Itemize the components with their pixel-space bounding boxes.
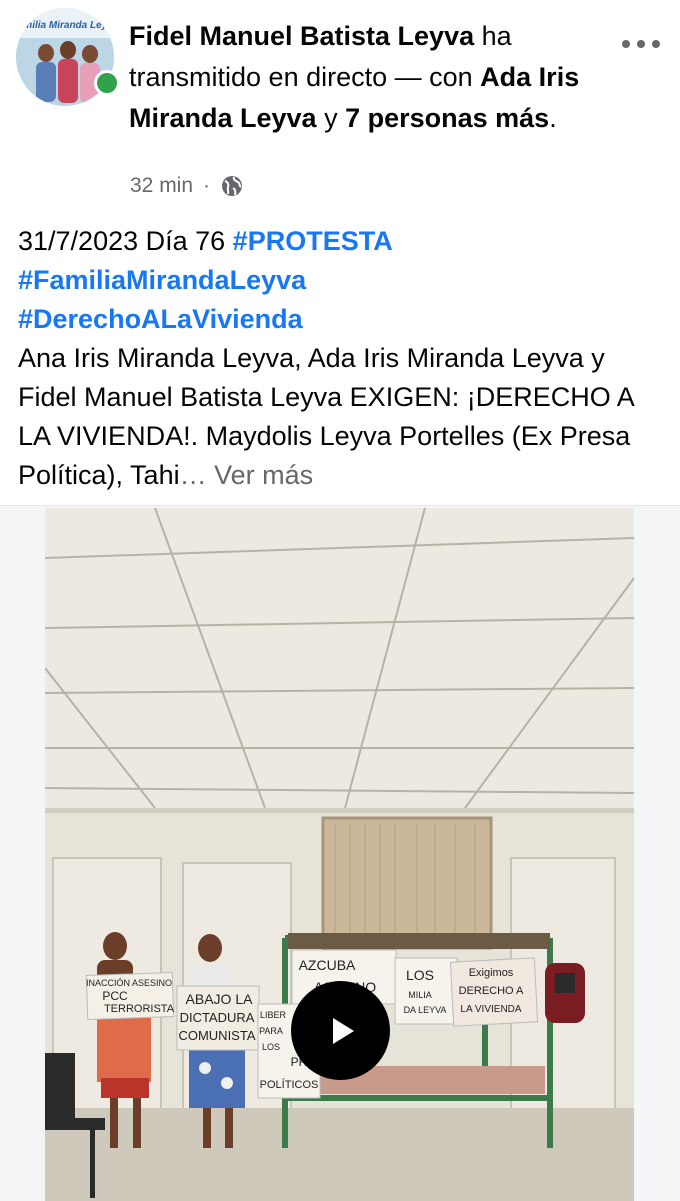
video-thumbnail[interactable]: INACCIÓN ASESINO PCC TERRORISTA ABAJO LA… <box>45 508 634 1201</box>
and-text: y <box>316 103 346 133</box>
period: . <box>549 103 557 133</box>
sign5-line3: DA LEYVA <box>404 1005 447 1015</box>
post-header: Fidel Manuel Batista Leyva ha transmitid… <box>129 16 599 139</box>
protest-scene-image: INACCIÓN ASESINO PCC TERRORISTA ABAJO LA… <box>45 508 634 1201</box>
truncation-ellipsis: … <box>179 460 207 490</box>
hashtag-familia[interactable]: #FamiliaMirandaLeyva <box>18 265 306 295</box>
others-link[interactable]: 7 personas más <box>345 103 549 133</box>
hashtag-protesta[interactable]: #PROTESTA <box>233 226 393 256</box>
play-button[interactable] <box>291 981 390 1080</box>
see-more-link[interactable]: Ver más <box>214 460 313 490</box>
sign1-line3: TERRORISTA <box>104 1003 175 1015</box>
sign2-line3: COMUNISTA <box>178 1028 255 1043</box>
sign5-line1: LOS <box>406 967 434 983</box>
sign3-line2: PARA <box>259 1026 283 1036</box>
sign6-line2: DERECHO A <box>459 985 524 997</box>
sign6-line3: LA VIVIENDA <box>460 1004 521 1015</box>
sign3-line1: LIBER <box>260 1010 287 1020</box>
sign1-line1: INACCIÓN ASESINO <box>86 978 172 988</box>
sign1-line2: PCC <box>102 989 128 1003</box>
globe-icon[interactable] <box>220 174 244 198</box>
post-date-prefix: 31/7/2023 Día 76 <box>18 226 233 256</box>
hashtag-derecho[interactable]: #DerechoALaVivienda <box>18 304 303 334</box>
video-container[interactable]: INACCIÓN ASESINO PCC TERRORISTA ABAJO LA… <box>0 505 680 1201</box>
sign5-line2: MILIA <box>408 990 432 1000</box>
author-name[interactable]: Fidel Manuel Batista Leyva <box>129 21 474 51</box>
post-meta: 32 min · <box>130 171 244 201</box>
sign3-line3: LOS <box>262 1042 280 1052</box>
post-time[interactable]: 32 min <box>130 174 193 198</box>
sign4-line1: AZCUBA <box>299 957 356 973</box>
avatar-caption: Familia Miranda Leyva <box>16 20 114 31</box>
sign3-line5: POLÍTICOS <box>260 1078 319 1091</box>
online-status-dot <box>94 70 120 96</box>
post-body: 31/7/2023 Día 76 #PROTESTA #FamiliaMiran… <box>18 222 668 495</box>
meta-separator: · <box>203 174 211 197</box>
play-icon <box>332 1017 354 1044</box>
sign6-line1: Exigimos <box>469 967 514 979</box>
more-options-icon[interactable] <box>622 34 660 54</box>
post-description: Ana Iris Miranda Leyva, Ada Iris Miranda… <box>18 343 634 490</box>
sign2-line1: ABAJO LA <box>186 991 254 1007</box>
sign2-line2: DICTADURA <box>180 1010 255 1025</box>
